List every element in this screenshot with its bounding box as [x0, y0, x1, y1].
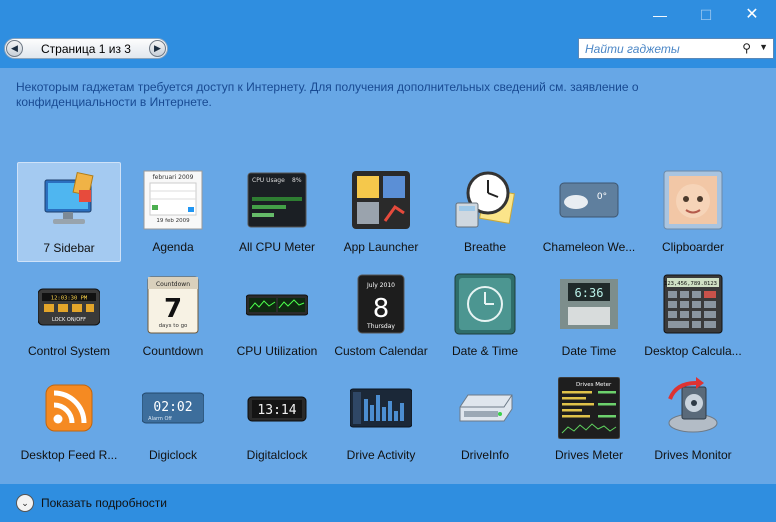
- app-launcher-icon: [352, 171, 410, 229]
- rss-icon: [45, 384, 93, 432]
- gadget-agenda[interactable]: februari 2009 19 feb 2009 Agenda: [121, 162, 225, 262]
- gadget-label: Date & Time: [451, 344, 519, 358]
- cpu-meter-icon: CPU Usage 8%: [247, 172, 307, 228]
- control-lock: LOCK ON/OFF: [52, 317, 86, 323]
- internet-notice: Некоторым гаджетам требуется доступ к Ин…: [16, 80, 639, 109]
- gadget-drives-meter[interactable]: Drives Meter Drives Meter: [537, 370, 641, 470]
- gadget-driveinfo[interactable]: DriveInfo: [433, 370, 537, 470]
- gadget-countdown[interactable]: Countdown 7 days to go Countdown: [121, 266, 225, 366]
- digiclock-time: 02:02: [153, 400, 192, 415]
- gadget-label: Breathe: [463, 240, 507, 254]
- teal-clock-icon: [454, 273, 516, 335]
- maximize-button[interactable]: ☐: [686, 4, 726, 26]
- lcd-clock-icon: 13:14: [247, 396, 307, 422]
- cpu-percent: 8%: [292, 177, 302, 184]
- gadget-chameleon-weather[interactable]: 0° Chameleon We...: [537, 162, 641, 262]
- gadget-label: Agenda: [152, 240, 194, 254]
- page-indicator: Страница 1 из 3: [41, 42, 131, 56]
- countdown-sub: days to go: [159, 323, 188, 329]
- monitor-icon: [44, 171, 94, 224]
- gadget-label: 7 Sidebar: [43, 241, 95, 255]
- gadget-label: Digitalclock: [246, 448, 308, 462]
- gadget-label: Control System: [27, 344, 111, 358]
- gadget-label: Drives Monitor: [654, 448, 732, 462]
- gadget-date-time-2[interactable]: 6:36 Date Time: [537, 266, 641, 366]
- gadget-label: Chameleon We...: [542, 240, 636, 254]
- calculator-icon: 123,456,789.0123: [663, 274, 723, 334]
- custom-calendar-icon: July 2010 8 Thursday: [357, 274, 405, 334]
- search-icon[interactable]: ⚲: [742, 41, 751, 55]
- digiclock-icon: 02:02 Alarm Off: [142, 392, 204, 424]
- gadget-cpu-utilization[interactable]: CPU Utilization: [225, 266, 329, 366]
- page-navigator: ◀ Страница 1 из 3 ▶: [4, 38, 168, 59]
- drives-meter-icon: Drives Meter: [558, 377, 620, 439]
- drive-activity-icon: [350, 388, 412, 428]
- gadget-label: Desktop Calcula...: [644, 344, 742, 358]
- digiclock-sub: Alarm Off: [148, 416, 172, 422]
- gadget-desktop-feed-reader[interactable]: Desktop Feed R...: [17, 370, 121, 470]
- gadget-label: Drives Meter: [554, 448, 623, 462]
- calendar-icon: februari 2009 19 feb 2009: [143, 170, 203, 230]
- gadget-label: Countdown: [142, 344, 204, 358]
- datetime-time: 6:36: [575, 286, 604, 300]
- gadget-date-time[interactable]: Date & Time: [433, 266, 537, 366]
- gadget-label: Digiclock: [148, 448, 197, 462]
- gadget-label: DriveInfo: [460, 448, 510, 462]
- cal-month: July 2010: [366, 282, 395, 289]
- gadget-label: Custom Calendar: [334, 344, 428, 358]
- agenda-date: 19 feb 2009: [156, 218, 190, 224]
- gadget-label: CPU Utilization: [236, 344, 318, 358]
- gadget-label: Drive Activity: [346, 448, 416, 462]
- minimize-button[interactable]: —: [640, 4, 680, 26]
- weather-icon: 0°: [559, 182, 619, 218]
- gadget-7-sidebar[interactable]: 7 Sidebar: [17, 162, 121, 262]
- cal-weekday: Thursday: [366, 323, 395, 330]
- gadget-desktop-calculator[interactable]: 123,456,789.0123 Desktop Calcula...: [641, 266, 745, 366]
- gadget-drive-activity[interactable]: Drive Activity: [329, 370, 433, 470]
- search-dropdown-icon[interactable]: ▼: [759, 42, 768, 52]
- show-details-link[interactable]: Показать подробности: [41, 496, 167, 510]
- gadget-digitalclock[interactable]: 13:14 Digitalclock: [225, 370, 329, 470]
- countdown-title: Countdown: [156, 281, 190, 288]
- cpu-title: CPU Usage: [252, 177, 285, 184]
- lcd-time: 13:14: [257, 403, 296, 418]
- digital-clock-icon: 6:36: [560, 279, 618, 329]
- gadget-digiclock[interactable]: 02:02 Alarm Off Digiclock: [121, 370, 225, 470]
- gadget-label: App Launcher: [343, 240, 419, 254]
- gadget-label: Clipboarder: [661, 240, 725, 254]
- hard-drive-icon: [459, 394, 513, 422]
- gadget-label: All CPU Meter: [238, 240, 315, 254]
- title-bar: — ☐ ✕ ◀ Страница 1 из 3 ▶ Найти гаджеты …: [0, 0, 776, 68]
- gadget-label: Date Time: [561, 344, 617, 358]
- gadget-all-cpu-meter[interactable]: CPU Usage 8% All CPU Meter: [225, 162, 329, 262]
- footer-bar: ⌄ Показать подробности: [0, 484, 776, 522]
- agenda-month: februari 2009: [153, 174, 194, 181]
- clock-calculator-icon: [455, 171, 515, 228]
- control-panel-icon: 12:03:30 PM LOCK ON/OFF: [38, 288, 100, 326]
- close-button[interactable]: ✕: [732, 4, 772, 26]
- prev-page-button[interactable]: ◀: [6, 40, 23, 57]
- search-placeholder: Найти гаджеты: [585, 42, 680, 56]
- search-input[interactable]: Найти гаджеты ⚲ ▼: [578, 38, 774, 59]
- drives-monitor-icon: [668, 377, 718, 433]
- cal-day: 8: [373, 294, 390, 324]
- weather-temp: 0°: [597, 192, 607, 202]
- next-page-button[interactable]: ▶: [149, 40, 166, 57]
- baby-photo-icon: [663, 170, 723, 230]
- gadget-breathe[interactable]: Breathe: [433, 162, 537, 262]
- gadget-label: Desktop Feed R...: [20, 448, 118, 462]
- cpu-graph-icon: [246, 294, 308, 316]
- gadget-custom-calendar[interactable]: July 2010 8 Thursday Custom Calendar: [329, 266, 433, 366]
- drives-meter-title: Drives Meter: [576, 382, 612, 388]
- gadget-drives-monitor[interactable]: Drives Monitor: [641, 370, 745, 470]
- chevron-down-icon[interactable]: ⌄: [16, 494, 34, 512]
- gadget-clipboarder[interactable]: Clipboarder: [641, 162, 745, 262]
- calc-display: 123,456,789.0123: [664, 281, 717, 287]
- gadget-app-launcher[interactable]: App Launcher: [329, 162, 433, 262]
- countdown-number: 7: [164, 294, 182, 324]
- gadget-control-system[interactable]: 12:03:30 PM LOCK ON/OFF Control System: [17, 266, 121, 366]
- countdown-calendar-icon: Countdown 7 days to go: [147, 276, 199, 334]
- control-time: 12:03:30 PM: [51, 296, 88, 302]
